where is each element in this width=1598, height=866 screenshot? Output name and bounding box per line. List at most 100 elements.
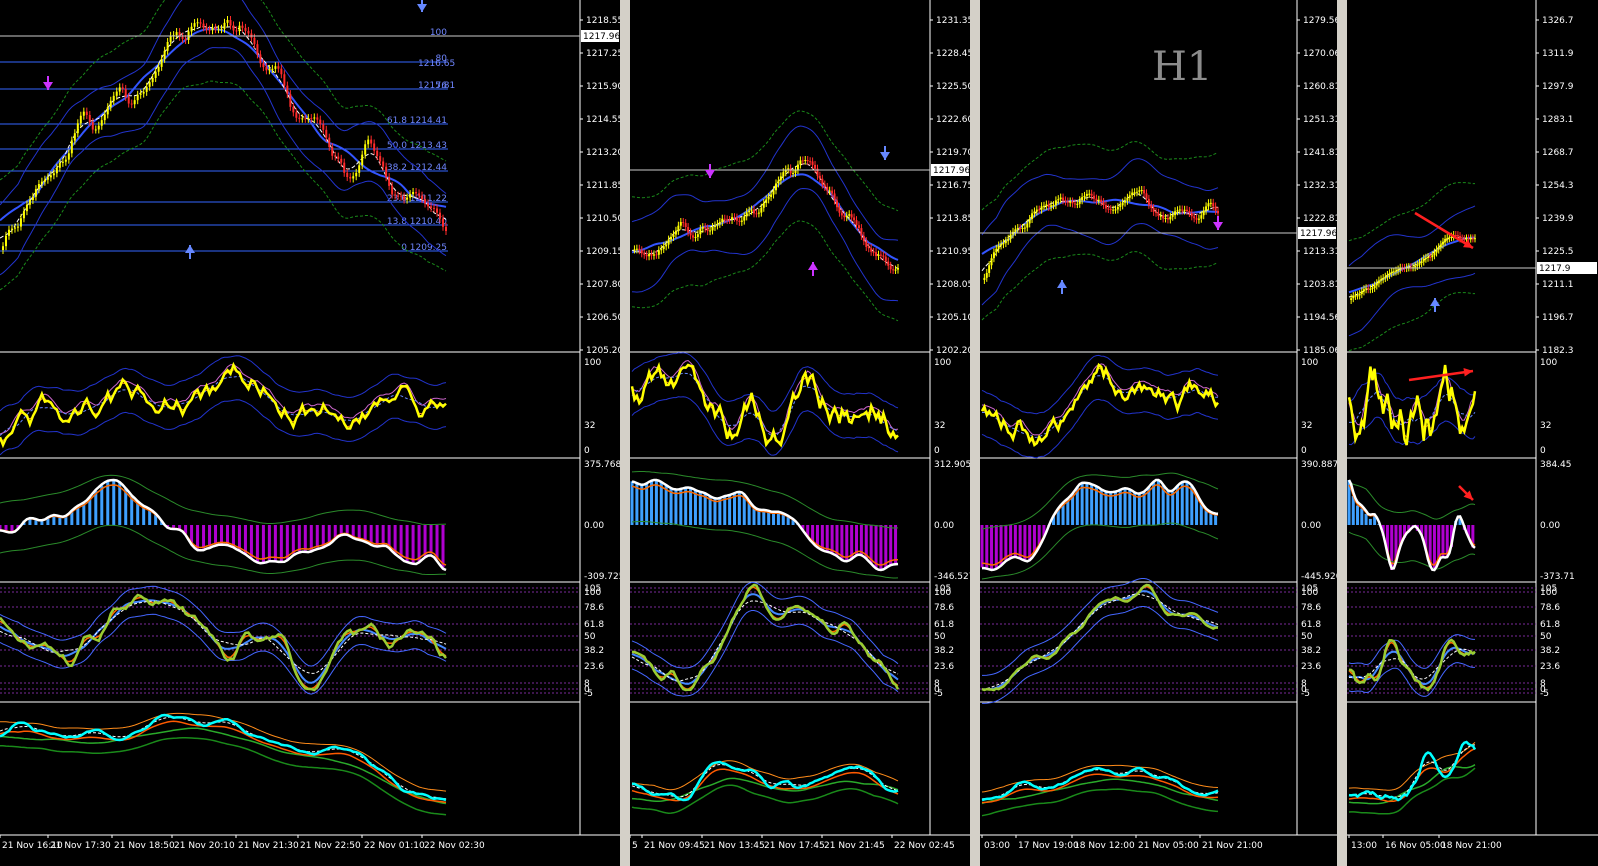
candle-body: [774, 183, 777, 191]
macd-histogram-bar: [405, 525, 409, 562]
window-separator-2[interactable]: [970, 0, 980, 866]
candle-body: [370, 139, 373, 144]
candle-body: [1071, 201, 1074, 204]
price-tick-label: 1260.81: [1303, 82, 1337, 92]
candle-body: [835, 200, 838, 208]
macd-histogram-bar: [255, 525, 259, 562]
candle-body: [877, 254, 880, 257]
candle-body: [1205, 206, 1208, 211]
candle-body: [1178, 209, 1181, 211]
chart-canvas-3[interactable]: 1279.56 1270.06 1260.81 1251.31 1241.81 1232.…: [980, 0, 1337, 866]
macd-histogram-bar: [249, 525, 253, 558]
candle-body: [818, 175, 821, 179]
macd-histogram-bar: [1004, 525, 1008, 561]
candle-body: [190, 26, 193, 32]
candle-body: [1116, 206, 1119, 210]
candle-body: [1124, 200, 1127, 203]
price-tick-label: 1241.81: [1303, 148, 1337, 158]
price-tick-label: 1222.60: [936, 115, 970, 125]
candle-body: [1439, 244, 1442, 248]
candle-body: [268, 68, 271, 71]
candle-body: [755, 213, 758, 215]
macd-histogram-bar: [369, 525, 373, 544]
candle-body: [25, 204, 28, 212]
rsi-tick-label: 78.6: [1540, 603, 1560, 613]
macd-histogram-bar: [1152, 482, 1156, 525]
candle-body: [650, 253, 653, 256]
macd-histogram-bar: [874, 525, 878, 569]
macd-histogram-bar: [1094, 486, 1098, 525]
candle-body: [1371, 287, 1374, 289]
candle-body: [762, 202, 765, 208]
rsi-subwindow: 10510078.661.85038.223.680-5: [0, 584, 604, 699]
candle-body: [995, 248, 998, 253]
candle-body: [633, 249, 636, 251]
stochastic-subwindow: 100 32 0: [980, 354, 1318, 459]
candle-body: [133, 100, 136, 105]
fib-side-value: 1215.81: [418, 81, 455, 91]
macd-histogram-bar: [220, 525, 224, 544]
candle-body: [1471, 238, 1474, 240]
bollinger-lower: [981, 222, 1219, 306]
candle-body: [794, 170, 797, 173]
chart-window-2[interactable]: 1231.35 1228.45 1225.50 1222.60 1219.70 1216.…: [630, 0, 970, 866]
chart-window-1[interactable]: 1218.55 1217.25 1215.90 1214.55 1213.20 1211.…: [0, 0, 620, 866]
candle-body: [997, 245, 1000, 249]
trend-line-green: [0, 737, 447, 816]
candle-body: [1019, 228, 1022, 230]
candle-body: [412, 191, 415, 195]
candle-body: [85, 111, 88, 116]
candle-body: [1186, 209, 1189, 211]
candle-body: [1138, 190, 1141, 192]
candle-body: [1085, 193, 1088, 196]
candle-body: [421, 195, 424, 200]
candle-body: [106, 107, 109, 115]
chart-window-3[interactable]: 1279.56 1270.06 1260.81 1251.31 1241.81 1232.…: [980, 0, 1337, 866]
macd-histogram-bar: [1123, 489, 1127, 525]
candle-body: [696, 234, 699, 237]
time-label: 21 Nov 21:45: [824, 841, 885, 851]
chart-window-4[interactable]: 1326.7 1311.9 1297.9 1283.1 1268.7 1254.3 1239…: [1347, 0, 1598, 866]
candle-body: [1193, 216, 1196, 219]
candle-body: [301, 118, 304, 120]
candle-body: [400, 195, 403, 197]
rsi-subwindow: 10510078.661.85038.223.680-5: [980, 578, 1321, 704]
candle-body: [770, 194, 773, 197]
candle-body: [1100, 199, 1103, 203]
candle-body: [1102, 202, 1105, 205]
chart-canvas-2[interactable]: 1231.35 1228.45 1225.50 1222.60 1219.70 1216.…: [630, 0, 970, 866]
macd-histogram-bar: [689, 488, 693, 525]
rsi-main: [0, 593, 447, 692]
candle-body: [76, 123, 79, 134]
time-axis: 5 21 Nov 09:45 21 Nov 13:45 21 Nov 17:45 21 …: [630, 835, 955, 851]
chart-canvas-1[interactable]: 1218.55 1217.25 1215.90 1214.55 1213.20 1211.…: [0, 0, 620, 866]
candle-body: [1209, 202, 1212, 204]
macd-histogram-bar: [698, 492, 702, 525]
candle-body: [409, 194, 412, 198]
candle-body: [1354, 295, 1357, 297]
rsi-tick-label: 23.6: [1301, 662, 1321, 672]
candle-body: [118, 87, 121, 92]
candle-body: [358, 165, 361, 173]
macd-histogram-bar: [273, 525, 277, 562]
macd-histogram-bar: [825, 525, 829, 552]
candle-body: [1009, 234, 1012, 239]
current-price-label: 1217.9: [1539, 264, 1571, 274]
macd-tick-label: -309.7255: [584, 572, 620, 582]
macd-histogram-bar: [835, 525, 839, 556]
window-separator-3[interactable]: [1337, 0, 1347, 866]
candle-body: [894, 269, 897, 271]
candle-body: [70, 140, 73, 154]
candle-body: [1214, 206, 1217, 211]
candle-body: [1390, 271, 1393, 274]
candle-body: [845, 215, 848, 218]
macd-histogram-bar: [1441, 525, 1445, 557]
chart-canvas-4[interactable]: 1326.7 1311.9 1297.9 1283.1 1268.7 1254.3 1239…: [1347, 0, 1598, 866]
candle-body: [82, 111, 85, 116]
window-separator-1[interactable]: [620, 0, 630, 866]
candle-body: [436, 208, 439, 213]
price-tick-label: 1210.50: [586, 214, 620, 224]
candle-body: [97, 125, 100, 130]
candle-body: [753, 209, 756, 214]
candle-body: [733, 217, 736, 219]
